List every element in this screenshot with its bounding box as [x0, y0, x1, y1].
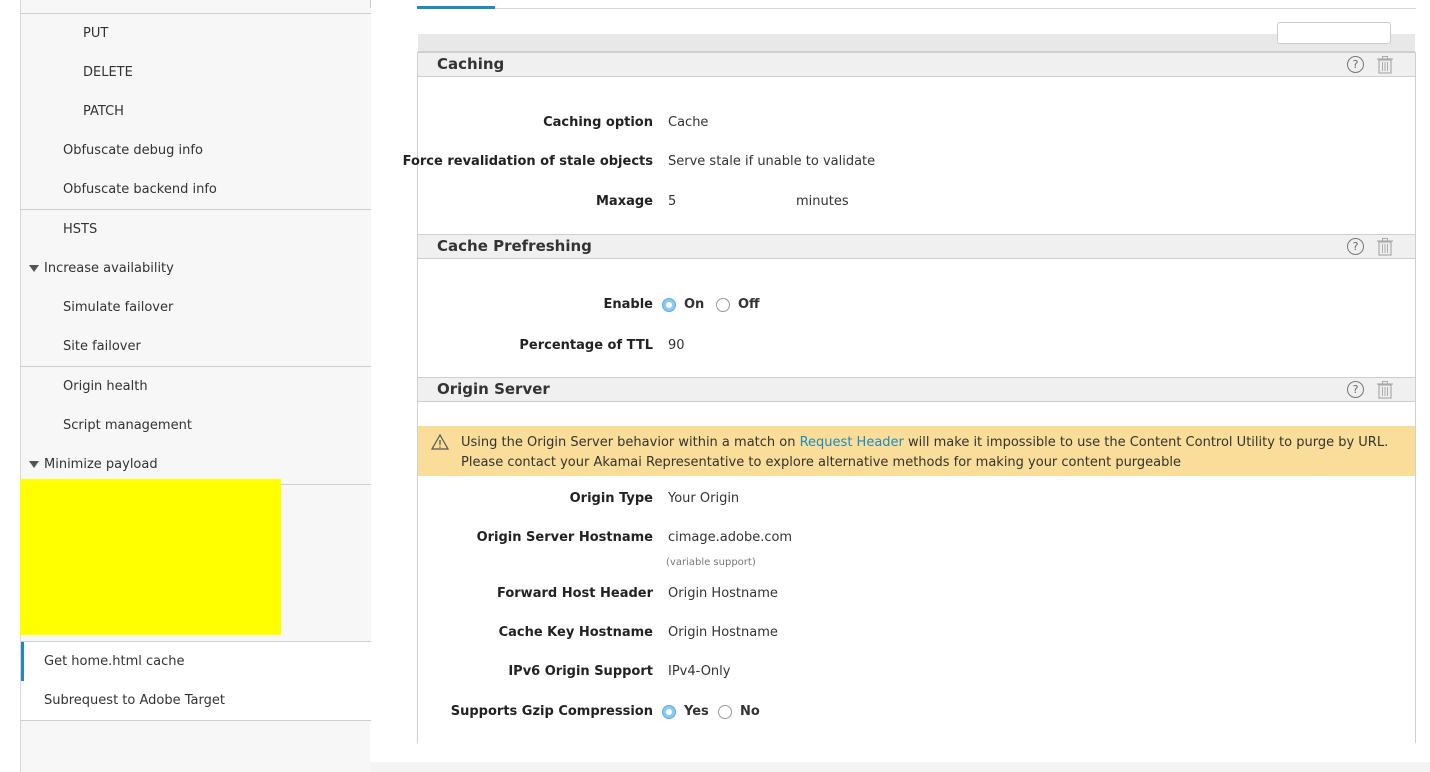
cache-key-hostname-value[interactable]: Origin Hostname — [668, 625, 778, 640]
maxage-unit[interactable]: minutes — [796, 194, 849, 209]
warning-banner: Using the Origin Server behavior within … — [418, 426, 1415, 476]
cache-key-hostname-label: Cache Key Hostname — [498, 625, 653, 640]
sidebar-item-put[interactable]: PUT — [21, 14, 371, 54]
enable-off-label[interactable]: Off — [738, 297, 760, 312]
sidebar-item-script-management[interactable]: Script management — [21, 406, 371, 446]
sidebar-group-increase-availability[interactable]: Increase availability — [21, 249, 371, 289]
sidebar-item-simulate-failover[interactable]: Simulate failover — [21, 288, 371, 328]
behaviors-header — [418, 22, 1415, 52]
origin-type-value[interactable]: Your Origin — [668, 491, 739, 506]
sidebar-item-origin-health[interactable]: Origin health — [21, 367, 371, 407]
active-tab-indicator[interactable] — [417, 6, 495, 9]
trash-icon[interactable] — [1377, 238, 1393, 256]
sidebar-item-label: PATCH — [83, 104, 124, 119]
force-revalidation-row: Force revalidation of stale objects Serv… — [403, 154, 1415, 174]
trash-icon[interactable] — [1377, 56, 1393, 74]
warning-icon — [431, 434, 449, 450]
gzip-no-radio[interactable] — [718, 705, 732, 719]
redaction-block — [20, 479, 281, 635]
caching-option-row: Caching option Cache — [418, 115, 1415, 135]
sidebar-item-label: DELETE — [83, 65, 133, 80]
trash-icon[interactable] — [1377, 381, 1393, 399]
forward-host-header-row: Forward Host Header Origin Hostname — [418, 586, 1415, 606]
force-revalidation-value[interactable]: Serve stale if unable to validate — [668, 154, 875, 169]
sidebar-item-get-home-cache[interactable]: Get home.html cache — [21, 642, 371, 682]
sidebar-item-patch[interactable]: PATCH — [21, 92, 371, 132]
sidebar-item-hsts[interactable]: HSTS — [21, 210, 371, 250]
origin-hostname-label: Origin Server Hostname — [476, 530, 653, 545]
caching-panel: Caching ? Caching option Cache Force rev… — [403, 52, 1416, 235]
ttl-value[interactable]: 90 — [668, 338, 685, 353]
origin-hostname-row: Origin Server Hostname cimage.adobe.com — [418, 530, 1415, 550]
caching-option-label: Caching option — [543, 115, 653, 130]
sidebar-item-label: Script management — [63, 418, 192, 433]
cache-prefreshing-panel: Cache Prefreshing ? Enable On Off Percen… — [417, 234, 1416, 378]
panel-title: Origin Server — [437, 380, 550, 398]
origin-type-label: Origin Type — [569, 491, 653, 506]
gzip-yes-radio[interactable] — [662, 705, 676, 719]
sidebar-item-label: Site failover — [63, 339, 141, 354]
maxage-row: Maxage 5 minutes — [418, 194, 1415, 214]
ipv6-support-label: IPv6 Origin Support — [508, 664, 653, 679]
add-behavior-button[interactable] — [1277, 22, 1391, 44]
caret-down-icon[interactable] — [29, 265, 39, 272]
help-icon[interactable]: ? — [1347, 56, 1364, 73]
force-revalidation-label: Force revalidation of stale objects — [402, 154, 653, 169]
sidebar-item-delete[interactable]: DELETE — [21, 53, 371, 93]
maxage-value[interactable]: 5 — [668, 194, 676, 209]
sidebar-item-label: Increase availability — [44, 261, 174, 276]
panel-title: Caching — [437, 55, 505, 73]
origin-server-panel: Origin Server ? Using the Origin Server … — [417, 377, 1416, 743]
origin-server-header: Origin Server ? — [418, 377, 1415, 402]
help-icon[interactable]: ? — [1347, 381, 1364, 398]
request-header-link[interactable]: Request Header — [800, 435, 904, 450]
sidebar-item-label: Minimize payload — [44, 457, 158, 472]
sidebar-item-label: PUT — [83, 26, 109, 41]
forward-host-header-label: Forward Host Header — [496, 586, 653, 601]
warning-text: Using the Origin Server behavior within … — [461, 433, 1401, 473]
gzip-label: Supports Gzip Compression — [450, 704, 653, 719]
ipv6-support-value[interactable]: IPv4-Only — [668, 664, 730, 679]
caret-down-icon[interactable] — [29, 461, 39, 468]
sidebar-item-label: Subrequest to Adobe Target — [44, 693, 225, 708]
enable-row: Enable On Off — [418, 297, 1415, 317]
help-icon[interactable]: ? — [1347, 238, 1364, 255]
sidebar-item-label: Obfuscate backend info — [63, 182, 217, 197]
gzip-yes-label[interactable]: Yes — [684, 704, 709, 719]
warning-text-pre: Using the Origin Server behavior within … — [461, 435, 800, 450]
sidebar-item-subrequest-adobe-target[interactable]: Subrequest to Adobe Target — [21, 681, 371, 721]
origin-type-row: Origin Type Your Origin — [418, 491, 1415, 511]
cache-prefreshing-header: Cache Prefreshing ? — [418, 234, 1415, 259]
sidebar: PUT DELETE PATCH Obfuscate debug info Ob… — [20, 0, 371, 772]
enable-label: Enable — [603, 297, 654, 312]
bottom-scroll-shadow — [370, 762, 1430, 772]
gzip-no-label[interactable]: No — [740, 704, 760, 719]
sidebar-item-label: Simulate failover — [63, 300, 174, 315]
sidebar-item-site-failover[interactable]: Site failover — [21, 327, 371, 367]
enable-on-label[interactable]: On — [684, 297, 704, 312]
gzip-row: Supports Gzip Compression Yes No — [418, 704, 1415, 724]
enable-on-radio[interactable] — [662, 298, 676, 312]
sidebar-top-item[interactable] — [21, 0, 371, 14]
ttl-row: Percentage of TTL 90 — [418, 338, 1415, 358]
sidebar-item-label: Origin health — [63, 379, 148, 394]
sidebar-item-label: HSTS — [63, 222, 98, 237]
origin-hostname-value[interactable]: cimage.adobe.com — [668, 530, 792, 545]
tab-strip-divider — [417, 8, 1416, 9]
cache-key-hostname-row: Cache Key Hostname Origin Hostname — [418, 625, 1415, 645]
variable-support-note: (variable support) — [666, 557, 756, 568]
sidebar-item-label: Get home.html cache — [44, 654, 185, 669]
enable-off-radio[interactable] — [716, 298, 730, 312]
ttl-label: Percentage of TTL — [519, 338, 653, 353]
panel-title: Cache Prefreshing — [437, 237, 592, 255]
maxage-label: Maxage — [596, 194, 653, 209]
sidebar-item-obfuscate-backend[interactable]: Obfuscate backend info — [21, 170, 371, 210]
caching-header: Caching ? — [418, 52, 1415, 77]
sidebar-item-label: Obfuscate debug info — [63, 143, 203, 158]
ipv6-support-row: IPv6 Origin Support IPv4-Only — [418, 664, 1415, 684]
sidebar-item-obfuscate-debug[interactable]: Obfuscate debug info — [21, 131, 371, 171]
forward-host-header-value[interactable]: Origin Hostname — [668, 586, 778, 601]
caching-option-value[interactable]: Cache — [668, 115, 708, 130]
